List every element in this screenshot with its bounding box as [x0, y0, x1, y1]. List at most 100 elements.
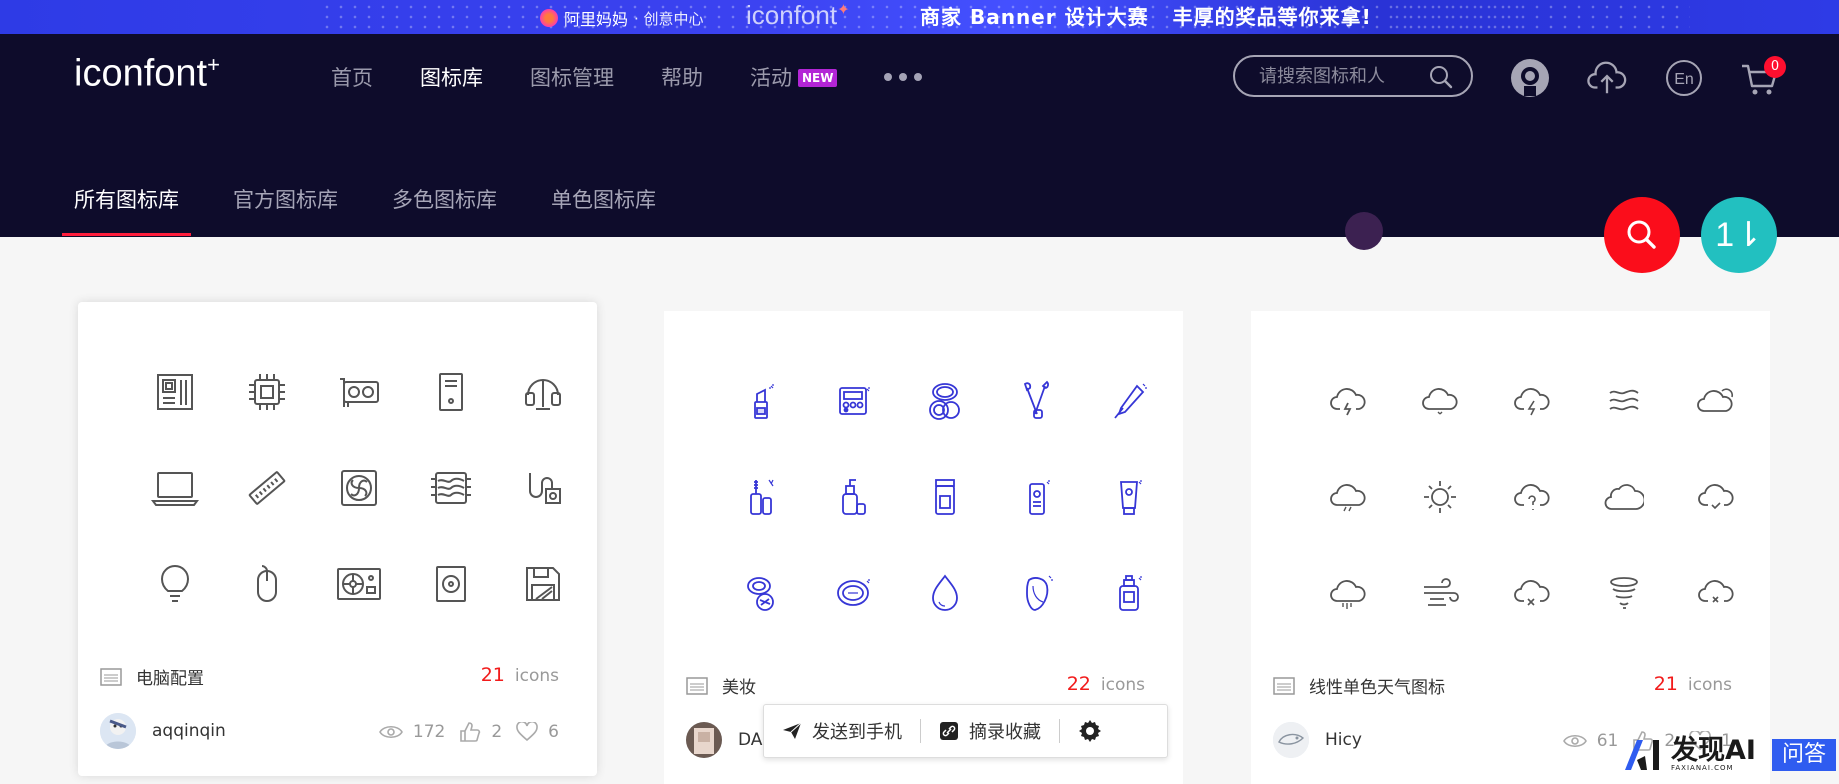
card-title[interactable]: 电脑配置 — [136, 664, 204, 689]
hail-cloud-icon — [1302, 449, 1394, 545]
cart-count-badge: 0 — [1764, 56, 1786, 78]
cloudy-icon — [1670, 353, 1762, 449]
card-stats: 172 2 6 — [378, 721, 559, 743]
pc-case-icon — [405, 344, 497, 440]
view-count: 172 — [412, 722, 446, 742]
nav-help[interactable]: 帮助 — [661, 62, 703, 92]
iconfont-logo[interactable]: iconfont+ — [74, 52, 220, 96]
cable-icon — [497, 440, 589, 536]
nav-activity[interactable]: 活动 NEW — [750, 62, 838, 92]
check-cloud-icon — [1670, 449, 1762, 545]
wind-icon — [1394, 545, 1486, 641]
heart-icon[interactable] — [516, 722, 538, 742]
upload-cloud-icon[interactable] — [1587, 58, 1627, 98]
banner-brand-sub: · 创意中心 — [634, 9, 704, 28]
card-author[interactable]: Hicy — [1273, 722, 1362, 758]
sun-icon — [1394, 449, 1486, 545]
tab-monochrome-libraries[interactable]: 单色图标库 — [551, 184, 656, 236]
cushion-compact-icon — [807, 545, 899, 641]
power-supply-icon — [313, 536, 405, 632]
avatar[interactable] — [686, 722, 722, 758]
card-author[interactable]: DA — [686, 722, 762, 758]
banner-promo-text: 商家 Banner 设计大赛 丰厚的奖品等你来拿! — [920, 1, 1396, 30]
rain-cloud-icon — [1302, 545, 1394, 641]
nav-home[interactable]: 首页 — [331, 62, 373, 92]
thumbs-up-icon[interactable] — [459, 721, 481, 743]
search-fab-button[interactable] — [1604, 197, 1680, 273]
ram-stick-icon — [221, 440, 313, 536]
cpu-chip-icon — [221, 344, 313, 440]
promo-banner[interactable]: 阿里妈妈 · 创意中心 iconfont✦ 商家 Banner 设计大赛 丰厚的奖… — [0, 0, 1839, 34]
send-to-phone-label: 发送到手机 — [812, 722, 902, 743]
search-icon — [1627, 220, 1656, 249]
tab-all-libraries[interactable]: 所有图标库 — [62, 184, 191, 236]
site-header: iconfont+ 首页 图标库 图标管理 帮助 活动NEW En 0 所有图标… — [0, 34, 1839, 250]
tab-official-libraries[interactable]: 官方图标库 — [233, 184, 338, 236]
loading-indicator — [1345, 212, 1383, 250]
new-badge: NEW — [798, 69, 838, 87]
sort-fab-button[interactable]: 1⇂ — [1701, 197, 1777, 273]
card-title[interactable]: 线性单色天气图标 — [1309, 673, 1445, 698]
laptop-icon — [129, 440, 221, 536]
tab-multicolor-libraries[interactable]: 多色图标库 — [392, 184, 497, 236]
library-icon — [100, 667, 122, 686]
nav-icon-library[interactable]: 图标库 — [420, 62, 483, 92]
icon-library-card[interactable]: 线性单色天气图标 21 icons Hicy 61 2 1 — [1251, 311, 1770, 784]
icon-count: 21 icons — [1653, 673, 1732, 695]
watermark: 发现AI FAXIANAI.COM 问答 — [1623, 737, 1836, 772]
author-name[interactable]: Hicy — [1325, 730, 1362, 750]
icon-preview-grid — [715, 353, 1175, 641]
divider — [920, 719, 921, 743]
icon-preview-grid — [1302, 353, 1762, 641]
collect-label: 摘录收藏 — [969, 722, 1041, 743]
faxianai-logo-icon — [1625, 740, 1659, 770]
tornado-icon — [1578, 545, 1670, 641]
x-cloud-icon — [1670, 545, 1762, 641]
headset-icon — [497, 344, 589, 440]
motherboard-icon — [129, 344, 221, 440]
toner-bottle-icon — [1083, 545, 1175, 641]
eyeshadow-palette-icon — [807, 353, 899, 449]
eyeliner-icon — [1083, 353, 1175, 449]
heatsink-icon — [405, 440, 497, 536]
icon-library-card[interactable]: 电脑配置 21 icons aqqinqin 172 2 6 — [78, 302, 597, 776]
library-icon — [686, 676, 708, 695]
card-title[interactable]: 美妆 — [722, 673, 756, 698]
lightbulb-icon — [129, 536, 221, 632]
banner-brand-name: 阿里妈妈 — [564, 10, 629, 29]
banner-dots-decoration — [1390, 2, 1690, 32]
banner-iconfont-logo: iconfont✦ — [746, 0, 850, 30]
cream-jar-icon — [899, 449, 991, 545]
author-name[interactable]: aqqinqin — [152, 721, 226, 741]
search-input[interactable] — [1259, 65, 1419, 87]
gear-icon — [1079, 720, 1101, 742]
collect-button[interactable]: 摘录收藏 — [939, 718, 1041, 744]
banner-brand: 阿里妈妈 · 创意中心 — [540, 6, 704, 30]
makeup-brushes-icon — [991, 353, 1083, 449]
library-tabs: 所有图标库 官方图标库 多色图标库 单色图标库 — [62, 184, 710, 236]
lightning-cloud-icon — [1486, 353, 1578, 449]
favorite-count: 6 — [548, 722, 559, 742]
hard-drive-icon — [405, 536, 497, 632]
powder-puff-icon — [715, 545, 807, 641]
snow-cloud-icon — [1394, 353, 1486, 449]
floppy-disk-icon — [497, 536, 589, 632]
paper-plane-icon — [783, 722, 802, 739]
language-toggle[interactable]: En — [1664, 58, 1704, 98]
more-menu-icon[interactable] — [884, 73, 923, 81]
send-to-phone-button[interactable]: 发送到手机 — [782, 718, 902, 744]
author-name[interactable]: DA — [738, 730, 762, 750]
search-icon[interactable] — [1429, 65, 1453, 93]
avatar[interactable] — [1273, 722, 1309, 758]
icon-count: 21 icons — [480, 664, 559, 686]
settings-button[interactable] — [1078, 719, 1102, 743]
nav-icon-management[interactable]: 图标管理 — [530, 62, 614, 92]
link-icon — [940, 722, 958, 740]
cloud-icon — [1578, 449, 1670, 545]
alimama-logo-icon — [540, 9, 558, 27]
search-box — [1233, 55, 1473, 97]
github-avatar-icon[interactable] — [1510, 58, 1550, 98]
card-author[interactable]: aqqinqin — [100, 713, 226, 749]
thunder-cloud-icon — [1302, 353, 1394, 449]
avatar[interactable] — [100, 713, 136, 749]
